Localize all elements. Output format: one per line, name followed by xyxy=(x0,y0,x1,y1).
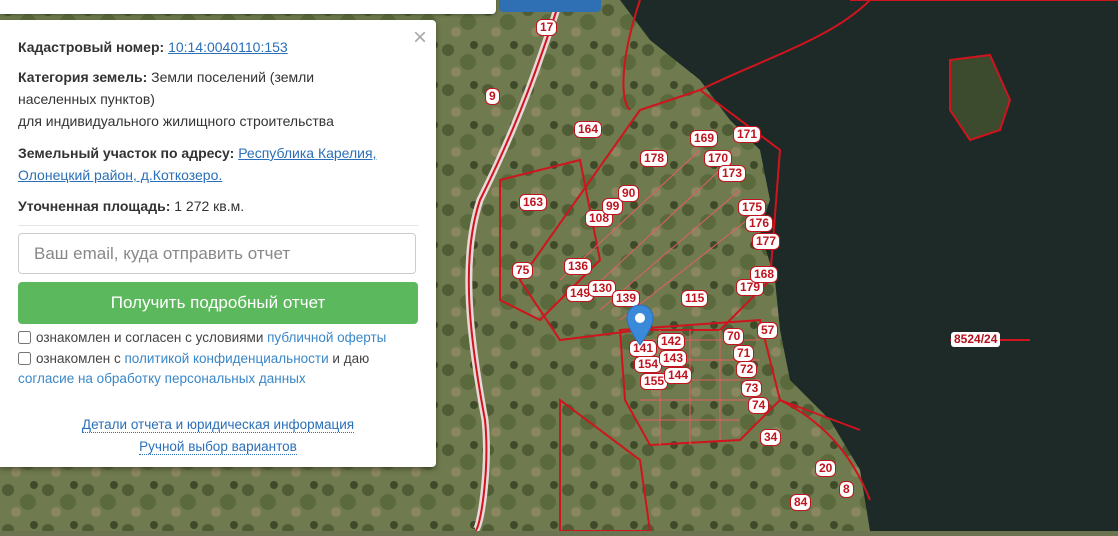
divider xyxy=(18,225,418,226)
plot-label[interactable]: 142 xyxy=(657,333,686,350)
area-row: Уточненная площадь: 1 272 кв.м. xyxy=(18,195,416,217)
plot-label[interactable]: 178 xyxy=(640,150,669,167)
consent-text: ознакомлен и согласен с условиями xyxy=(36,330,264,345)
consent-text: и даю xyxy=(332,351,370,366)
plot-info-popup: × Кадастровый номер: 10:14:0040110:153 К… xyxy=(0,20,436,467)
personal-data-consent-link[interactable]: согласие на обработку персональных данны… xyxy=(18,371,306,386)
cadastral-number-link[interactable]: 10:14:0040110:153 xyxy=(168,39,288,55)
offer-consent: ознакомлен и согласен с условиями публич… xyxy=(18,328,386,348)
plot-label[interactable]: 20 xyxy=(815,460,837,477)
plot-label[interactable]: 73 xyxy=(741,380,763,397)
privacy-consent: ознакомлен с политикой конфиденциальност… xyxy=(18,349,369,389)
plot-label[interactable]: 175 xyxy=(738,199,767,216)
area-label: Уточненная площадь: xyxy=(18,198,171,214)
address-link[interactable]: Олонецкий район, д.Коткозеро. xyxy=(18,167,222,183)
details-row: Детали отчета и юридическая информация xyxy=(0,417,436,433)
plot-label[interactable]: 168 xyxy=(750,266,779,283)
plot-label[interactable]: 176 xyxy=(745,215,774,232)
plot-label[interactable]: 177 xyxy=(752,233,781,250)
plot-label[interactable]: 115 xyxy=(681,290,709,307)
plot-label[interactable]: 8524/24 xyxy=(951,332,1001,347)
category-value: для индивидуального жилищного строительс… xyxy=(18,113,334,129)
map-pin-icon[interactable] xyxy=(625,304,655,346)
address-link[interactable]: Республика Карелия, xyxy=(238,145,376,161)
plot-label[interactable]: 136 xyxy=(564,258,593,275)
plot-label[interactable]: 164 xyxy=(574,121,603,138)
plot-label[interactable]: 75 xyxy=(512,262,534,279)
privacy-consent-checkbox[interactable] xyxy=(18,352,31,365)
area-value: 1 272 кв.м. xyxy=(174,198,245,214)
plot-label[interactable]: 90 xyxy=(618,185,640,202)
plot-label[interactable]: 17 xyxy=(536,19,558,36)
offer-consent-checkbox[interactable] xyxy=(18,331,31,344)
category-label: Категория земель: xyxy=(18,69,148,85)
plot-label[interactable]: 171 xyxy=(733,126,762,143)
plot-label[interactable]: 169 xyxy=(690,130,719,147)
plot-label[interactable]: 143 xyxy=(659,350,688,367)
plot-label[interactable]: 154 xyxy=(634,356,663,373)
cadastral-number-row: Кадастровый номер: 10:14:0040110:153 xyxy=(18,36,416,58)
plot-label[interactable]: 144 xyxy=(664,367,693,384)
consent-text: ознакомлен с xyxy=(36,351,121,366)
plot-label[interactable]: 70 xyxy=(723,328,745,345)
category-value: населенных пунктов) xyxy=(18,91,155,107)
plot-label[interactable]: 71 xyxy=(733,345,755,362)
plot-label[interactable]: 9 xyxy=(485,88,500,105)
manual-row: Ручной выбор вариантов xyxy=(0,439,436,455)
plot-label[interactable]: 34 xyxy=(760,429,782,446)
plot-label[interactable]: 57 xyxy=(757,322,779,339)
report-details-link[interactable]: Детали отчета и юридическая информация xyxy=(81,417,355,433)
manual-selection-link[interactable]: Ручной выбор вариантов xyxy=(139,439,297,455)
public-offer-link[interactable]: публичной оферты xyxy=(267,330,386,345)
cadastral-label: Кадастровый номер: xyxy=(18,39,165,55)
plot-label[interactable]: 163 xyxy=(519,194,548,211)
plot-label[interactable]: 84 xyxy=(790,494,812,511)
category-row: Категория земель: Земли поселений (земли… xyxy=(18,66,416,132)
plot-label[interactable]: 8 xyxy=(839,481,854,498)
plot-label[interactable]: 173 xyxy=(718,165,747,182)
search-input[interactable] xyxy=(0,0,496,14)
address-row: Земельный участок по адресу: Республика … xyxy=(18,142,416,186)
address-label: Земельный участок по адресу: xyxy=(18,145,235,161)
category-value: Земли поселений (земли xyxy=(151,69,315,85)
search-button[interactable] xyxy=(499,0,601,12)
privacy-policy-link[interactable]: политикой конфиденциальности xyxy=(124,351,328,366)
get-report-button[interactable]: Получить подробный отчет xyxy=(18,282,418,324)
email-input[interactable] xyxy=(18,233,416,274)
plot-label[interactable]: 74 xyxy=(748,397,770,414)
plot-label[interactable]: 72 xyxy=(736,361,758,378)
